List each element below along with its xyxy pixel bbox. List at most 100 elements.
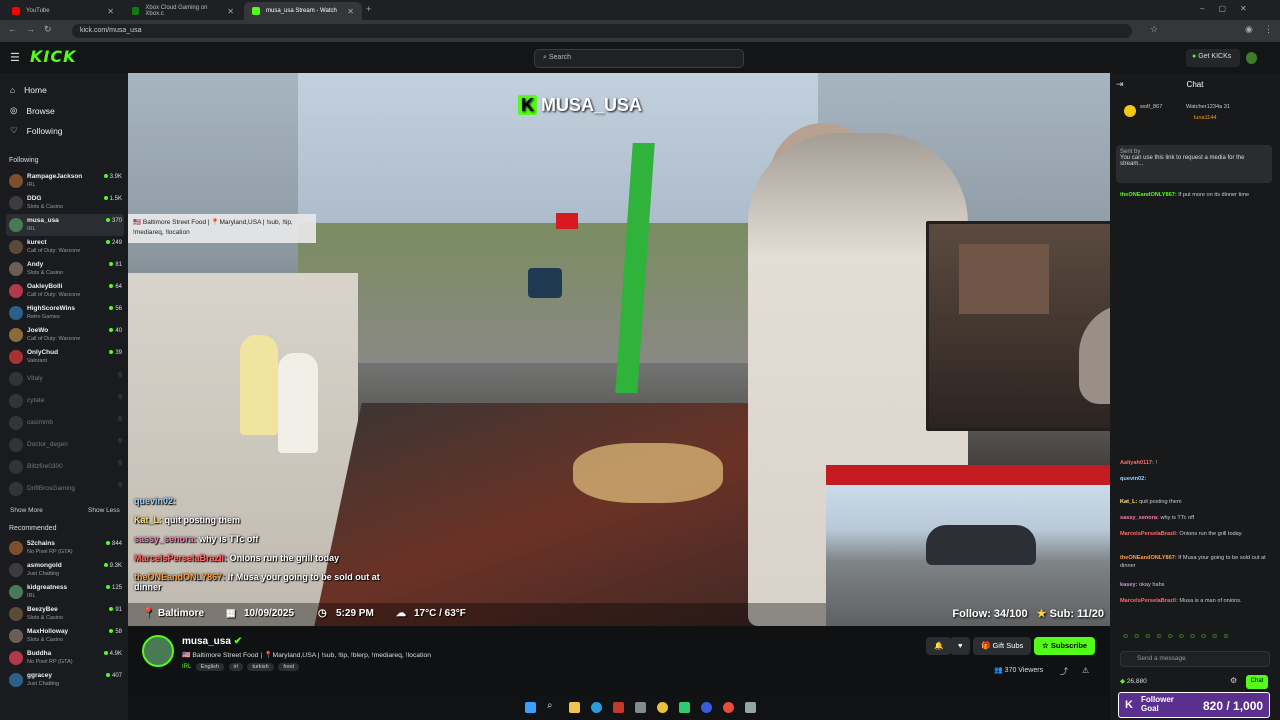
channel-avatar[interactable] [142, 635, 174, 667]
viewer-count-text: 370 [111, 218, 122, 224]
chat-user[interactable]: quevin02: [1120, 476, 1146, 482]
tag-chip[interactable]: English [195, 663, 224, 671]
channel-points[interactable]: ◆ 26,880 [1120, 677, 1147, 685]
share-icon[interactable]: ⤴ [1060, 666, 1068, 677]
sidebar-channel-offline[interactable]: DriftBrosGaming ⦸ [6, 478, 124, 500]
edge-icon[interactable] [591, 702, 602, 713]
sidebar-channel-offline[interactable]: Doctor_degen ⦸ [6, 434, 124, 456]
sidebar-channel[interactable]: OakleyBolli Call of Duty: Warzone 64 [6, 280, 124, 302]
category-link[interactable]: IRL [182, 664, 191, 670]
top-user[interactable]: wolf_867 [1140, 103, 1190, 111]
sidebar-channel[interactable]: Buddha No Pixel RP (GTA) 4.9K [6, 647, 124, 669]
gift-subs-button[interactable]: 🎁 Gift Subs [973, 637, 1032, 655]
settings-gear-icon[interactable]: ⚙ [1230, 676, 1237, 685]
bookmark-star-icon[interactable]: ☆ [1150, 24, 1158, 35]
top-user[interactable]: Watcher1234a 31 [1186, 103, 1266, 111]
emote-bar[interactable]: ☺☺☺☺☺☺☺☺☺☺ [1122, 633, 1233, 640]
chat-user[interactable]: theONEandONLY867: [1120, 192, 1177, 198]
search-input[interactable]: ⌕ Search [534, 49, 744, 68]
sidebar-channel[interactable]: kurect Call of Duty: Warzone 249 [6, 236, 124, 258]
sidebar-channel-offline[interactable]: Vitaly ⦸ [6, 368, 124, 390]
close-icon[interactable]: ✕ [107, 7, 114, 16]
subscribe-button[interactable]: ☆ Subscribe [1034, 637, 1096, 655]
chat-send-button[interactable]: Chat [1246, 675, 1268, 689]
sidebar-channel[interactable]: OnlyChud Valorant 39 [6, 346, 124, 368]
sidebar-channel[interactable]: kidgreatness IRL 125 [6, 581, 124, 603]
file-explorer-icon[interactable] [569, 702, 580, 713]
chrome-icon[interactable] [657, 702, 668, 713]
sidebar-channel[interactable]: BeezyBee Slots & Casino 91 [6, 603, 124, 625]
sidebar-channel[interactable]: asmongold Just Chatting 9.3K [6, 559, 124, 581]
live-dot-icon [109, 306, 114, 310]
viewer-count: 3.9K [103, 174, 122, 180]
app-icon[interactable] [679, 702, 690, 713]
profile-icon[interactable]: ◉ [1245, 24, 1253, 35]
menu-dots-icon[interactable]: ⋮ [1264, 24, 1273, 35]
tag-chip[interactable]: food [278, 663, 300, 671]
close-icon[interactable]: ✕ [227, 7, 234, 16]
chat-user[interactable]: theONEandONLY867: [1120, 555, 1177, 561]
chat-user[interactable]: kasey: [1120, 582, 1137, 588]
user-avatar[interactable] [1246, 52, 1257, 64]
chat-message: quevin02: [1120, 475, 1270, 483]
chat-user[interactable]: MarcelsPerselaBrazil: [1120, 598, 1178, 604]
chat-input[interactable]: Send a message [1120, 651, 1270, 667]
browser-tab[interactable]: Xbox Cloud Gaming on Xbox.c ✕ [124, 2, 242, 20]
sidebar-channel[interactable]: DDG Slots & Casino 1.5K [6, 192, 124, 214]
show-more-link[interactable]: Show More [10, 507, 43, 514]
get-kicks-button[interactable]: ● Get KICKs [1186, 49, 1240, 67]
time-label: 5:29 PM [336, 608, 374, 619]
back-icon[interactable]: ← [8, 24, 17, 34]
report-icon[interactable]: ⚠ [1082, 666, 1089, 675]
sidebar-channel-offline[interactable]: cytate ⦸ [6, 390, 124, 412]
sidebar-channel-offline[interactable]: casimmb ⦸ [6, 412, 124, 434]
sidebar-channel[interactable]: musa_usa IRL 370 [6, 214, 124, 236]
app-icon[interactable] [701, 702, 712, 713]
channel-avatar [9, 416, 23, 430]
sidebar-item-browse[interactable]: ◎ Browse [10, 105, 55, 116]
new-tab-icon[interactable]: + [366, 4, 371, 14]
sidebar-channel[interactable]: ggracey Just Chatting 407 [6, 669, 124, 691]
sidebar-channel[interactable]: HighScoreWins Retro Games 56 [6, 302, 124, 324]
sidebar-channel[interactable]: RampageJackson IRL 3.9K [6, 170, 124, 192]
windows-start-icon[interactable] [525, 702, 536, 713]
store-icon[interactable] [635, 702, 646, 713]
chat-user[interactable]: MarcelsPerselaBrazil: [1120, 531, 1178, 537]
close-icon[interactable]: ✕ [347, 7, 354, 16]
search-icon[interactable]: ⌕ [547, 700, 558, 711]
channel-avatar [9, 284, 23, 298]
window-controls[interactable]: –▢✕ [1200, 4, 1261, 13]
kick-logo[interactable]: KICK [30, 47, 77, 66]
address-bar[interactable]: kick.com/musa_usa [72, 24, 1132, 38]
chat-user[interactable]: Aaliyah0117: [1120, 460, 1154, 466]
sidebar-channel[interactable]: Andy Slots & Casino 81 [6, 258, 124, 280]
chat-user[interactable]: Kat_L: [1120, 499, 1137, 505]
browser-tab[interactable]: YouTube ✕ [4, 2, 122, 20]
app-icon[interactable] [723, 702, 734, 713]
tag-chip[interactable]: turkish [247, 663, 274, 671]
steam-icon[interactable] [745, 702, 756, 713]
hamburger-menu-icon[interactable]: ☰ [10, 51, 20, 64]
camera-header-strip [826, 465, 1110, 485]
sidebar-channel-offline[interactable]: Blitzfire0300 ⦸ [6, 456, 124, 478]
viewer-count: 39 [109, 350, 122, 356]
viewer-count-text: 64 [115, 284, 122, 290]
sidebar-item-home[interactable]: ⌂ Home [10, 85, 47, 95]
notification-bell-button[interactable]: 🔔 [926, 637, 952, 655]
sidebar-channel[interactable]: 52chains No Pixel RP (GTA) 844 [6, 537, 124, 559]
live-dot-icon [109, 607, 114, 611]
channel-name[interactable]: musa_usa ✔ [182, 636, 242, 647]
tag-chip[interactable]: irl [228, 663, 243, 671]
sidebar-item-following[interactable]: ♡ Following [10, 125, 63, 136]
follow-heart-button[interactable]: ♥ [950, 637, 971, 655]
reload-icon[interactable]: ↻ [44, 24, 52, 35]
chat-user[interactable]: sassy_senora: [1120, 515, 1159, 521]
browser-tab-active[interactable]: musa_usa Stream - Watch ✕ [244, 2, 362, 20]
sidebar-channel[interactable]: JoeWo Call of Duty: Warzone 40 [6, 324, 124, 346]
app-icon[interactable] [613, 702, 624, 713]
sidebar-channel[interactable]: MaxHolloway Slots & Casino 58 [6, 625, 124, 647]
video-player[interactable]: K MUSA_USA 🇺🇸 Baltimore Street Food | 📍Ma… [128, 73, 1110, 626]
top-user[interactable]: luna1144 [1194, 114, 1264, 122]
forward-icon[interactable]: → [26, 24, 35, 34]
show-less-link[interactable]: Show Less [88, 507, 120, 514]
